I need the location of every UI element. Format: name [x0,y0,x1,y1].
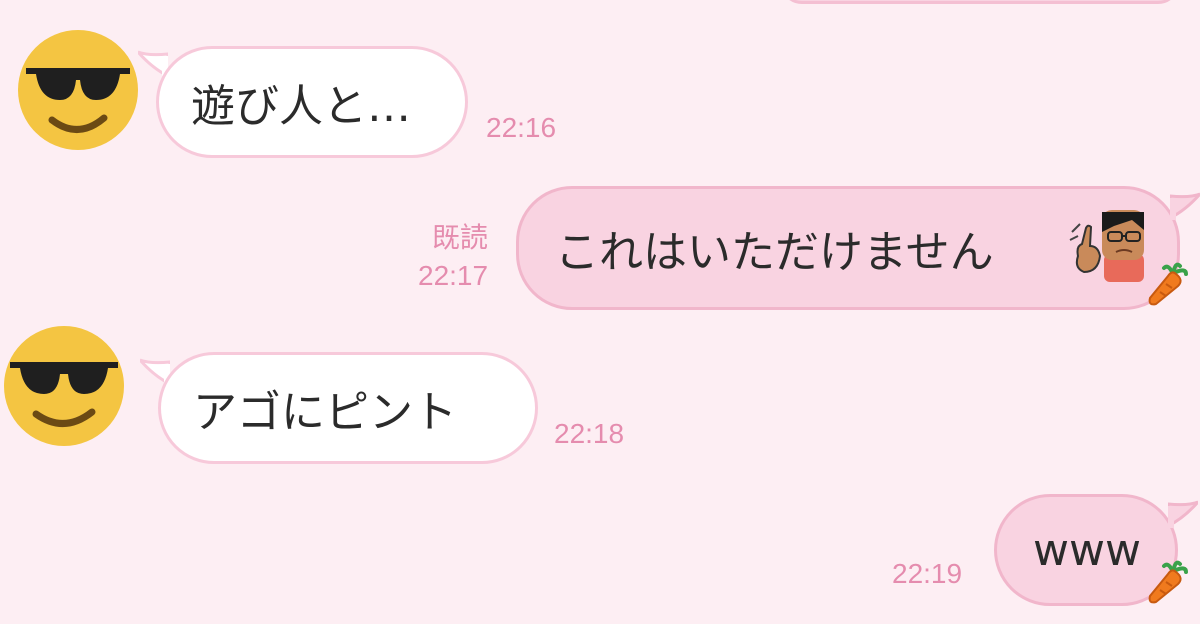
sender-avatar[interactable] [16,28,140,152]
message-timestamp: 22:18 [554,418,625,449]
carrot-icon [1146,560,1190,604]
message-text: アゴにピント [193,387,457,438]
message-bubble-incoming[interactable]: 遊び人と… [156,46,468,158]
sender-avatar[interactable] [2,324,126,448]
carrot-icon [1146,262,1190,306]
chat-thread: 遊び人と… 22:16 既読 22:17 これはいただけません アゴにピント 2… [0,0,1200,624]
bubble-tail [1168,500,1198,528]
sunglasses-smiley-icon [4,326,124,446]
message-timestamp: 22:19 [892,558,963,589]
message-text: 遊び人と… [191,81,411,132]
sunglasses-smiley-icon [18,30,138,150]
shrugging-finger-guy-emoji [1068,206,1146,282]
message-bubble-incoming[interactable]: アゴにピント [158,352,538,464]
previous-message-bubble[interactable] [780,0,1180,4]
message-text: これはいただけません [555,227,994,278]
message-timestamp: 22:17 [418,260,489,291]
bubble-tail [1170,192,1200,220]
read-receipt: 既読 [432,221,489,254]
message-timestamp: 22:16 [486,112,557,143]
message-text: www [1033,524,1141,576]
